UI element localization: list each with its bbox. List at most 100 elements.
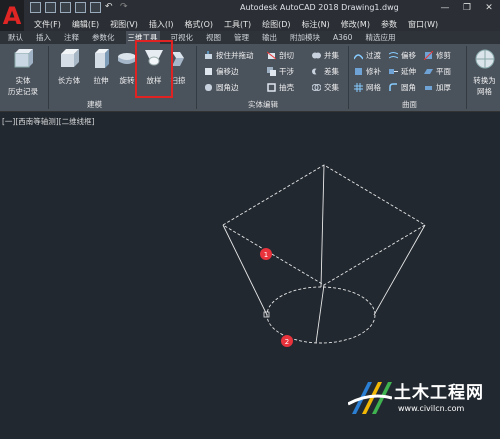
loft-edge-back [320, 164, 325, 288]
tab-parametric[interactable]: 参数化 [90, 31, 117, 44]
intersect-icon [312, 84, 321, 91]
solid-history-label-2: 历史记录 [8, 87, 38, 96]
subtract-label: 差集 [324, 67, 339, 76]
print-icon[interactable] [90, 2, 101, 13]
offset-surface-button[interactable]: 偏移 [389, 50, 416, 61]
divider [196, 46, 197, 109]
divider [48, 46, 49, 109]
extrude-button[interactable]: 拉伸 [88, 48, 114, 86]
tab-manage[interactable]: 管理 [232, 31, 251, 44]
shell-button[interactable]: 抽壳 [267, 82, 294, 93]
menu-format[interactable]: 格式(O) [184, 19, 213, 30]
convert-to-mesh-label-1: 转换为 [473, 76, 496, 85]
offset-surface-icon [389, 52, 398, 59]
box-button[interactable]: 长方体 [54, 48, 84, 86]
tab-default[interactable]: 默认 [6, 31, 25, 44]
menu-window[interactable]: 窗口(W) [408, 19, 438, 30]
menu-modify[interactable]: 修改(M) [341, 19, 370, 30]
ribbon-panel: 实体 历史记录 长方体 拉伸 旋转 放样 扫掠 建模 按住并拖动 偏移边 圆角边… [0, 44, 500, 112]
presspull-button[interactable]: 按住并拖动 [204, 50, 254, 61]
menu-tools[interactable]: 工具(T) [224, 19, 251, 30]
offset-edge-label: 偏移边 [216, 67, 239, 76]
divider [348, 46, 349, 109]
trim-button[interactable]: 修剪 [424, 50, 451, 61]
menu-dimension[interactable]: 标注(N) [302, 19, 330, 30]
close-button[interactable]: ✕ [482, 2, 496, 14]
redo-icon[interactable]: ↷ [120, 2, 131, 13]
convert-to-mesh-button[interactable]: 转换为 网格 [469, 48, 500, 97]
planar-icon [424, 69, 433, 74]
trim-label: 修剪 [436, 51, 451, 60]
panel-title-modeling[interactable]: 建模 [87, 99, 102, 110]
tab-output[interactable]: 输出 [260, 31, 279, 44]
subtract-button[interactable]: 差集 [312, 66, 339, 77]
menu-insert[interactable]: 插入(I) [149, 19, 174, 30]
extend-surface-button[interactable]: 延伸 [389, 66, 416, 77]
patch-button[interactable]: 修补 [354, 66, 381, 77]
fillet-edge-button[interactable]: 圆角边 [204, 82, 239, 93]
tab-view[interactable]: 视图 [204, 31, 223, 44]
loft-highlight-box [135, 40, 173, 98]
tab-featured-apps[interactable]: 精选应用 [363, 31, 397, 44]
network-icon [354, 83, 363, 92]
new-icon[interactable] [30, 2, 41, 13]
undo-icon[interactable]: ↶ [105, 2, 116, 13]
solid-history-label-1: 实体 [15, 76, 31, 85]
watermark-logo-icon [348, 382, 392, 414]
save-as-icon[interactable] [75, 2, 86, 13]
marker-1: 1 [260, 248, 272, 260]
intersect-button[interactable]: 交集 [312, 82, 339, 93]
transition-button[interactable]: 过渡 [354, 50, 381, 61]
thicken-icon [425, 86, 432, 90]
extend-surface-icon [389, 69, 398, 74]
menu-draw[interactable]: 绘图(D) [262, 19, 290, 30]
window-controls: — ❐ ✕ [438, 2, 496, 14]
watermark: 土木工程网 www.civilcn.com [346, 374, 496, 434]
offset-edge-button[interactable]: 偏移边 [204, 66, 239, 77]
menu-view[interactable]: 视图(V) [110, 19, 138, 30]
tab-insert[interactable]: 插入 [34, 31, 53, 44]
transition-icon [354, 54, 363, 60]
autocad-logo[interactable]: A [0, 0, 24, 31]
tab-annotate[interactable]: 注释 [62, 31, 81, 44]
fillet-edge-label: 圆角边 [216, 83, 239, 92]
union-button[interactable]: 并集 [312, 50, 339, 61]
slice-label: 剖切 [279, 51, 294, 60]
panel-title-surface[interactable]: 曲面 [402, 99, 417, 110]
menu-parametric[interactable]: 参数 [381, 19, 397, 30]
transition-label: 过渡 [366, 51, 381, 60]
shell-icon [267, 83, 276, 92]
presspull-label: 按住并拖动 [216, 51, 254, 60]
fillet-surface-label: 圆角 [401, 83, 416, 92]
menu-file[interactable]: 文件(F) [34, 19, 61, 30]
shell-label: 抽壳 [279, 83, 294, 92]
planar-label: 平面 [436, 67, 451, 76]
divider [466, 46, 467, 109]
solid-history-button[interactable]: 实体 历史记录 [6, 48, 40, 97]
tab-add-ins[interactable]: 附加模块 [288, 31, 322, 44]
panel-title-solid-editing[interactable]: 实体编辑 [248, 99, 278, 110]
network-button[interactable]: 网格 [354, 82, 381, 93]
thicken-button[interactable]: 加厚 [424, 82, 451, 93]
loft-edge-left [222, 224, 268, 316]
offset-surface-label: 偏移 [401, 51, 416, 60]
convert-to-mesh-label-2: 网格 [477, 87, 492, 96]
tab-a360[interactable]: A360 [331, 31, 354, 44]
subtract-icon [312, 68, 321, 75]
ribbon-tab-bar: 默认 插入 注释 参数化 三维工具 可视化 视图 管理 输出 附加模块 A360… [0, 31, 500, 44]
open-icon[interactable] [45, 2, 56, 13]
patch-icon [355, 68, 362, 75]
menu-edit[interactable]: 编辑(E) [72, 19, 99, 30]
fillet-surface-icon [389, 83, 397, 91]
planar-button[interactable]: 平面 [424, 66, 451, 77]
extend-surface-label: 延伸 [401, 67, 416, 76]
save-icon[interactable] [60, 2, 71, 13]
union-icon [312, 52, 321, 59]
interfere-button[interactable]: 干涉 [267, 66, 294, 77]
restore-button[interactable]: ❐ [460, 2, 474, 14]
union-label: 并集 [324, 51, 339, 60]
minimize-button[interactable]: — [438, 2, 452, 14]
slice-button[interactable]: 剖切 [267, 50, 294, 61]
fillet-surface-button[interactable]: 圆角 [389, 82, 416, 93]
extrude-icon [95, 49, 109, 68]
